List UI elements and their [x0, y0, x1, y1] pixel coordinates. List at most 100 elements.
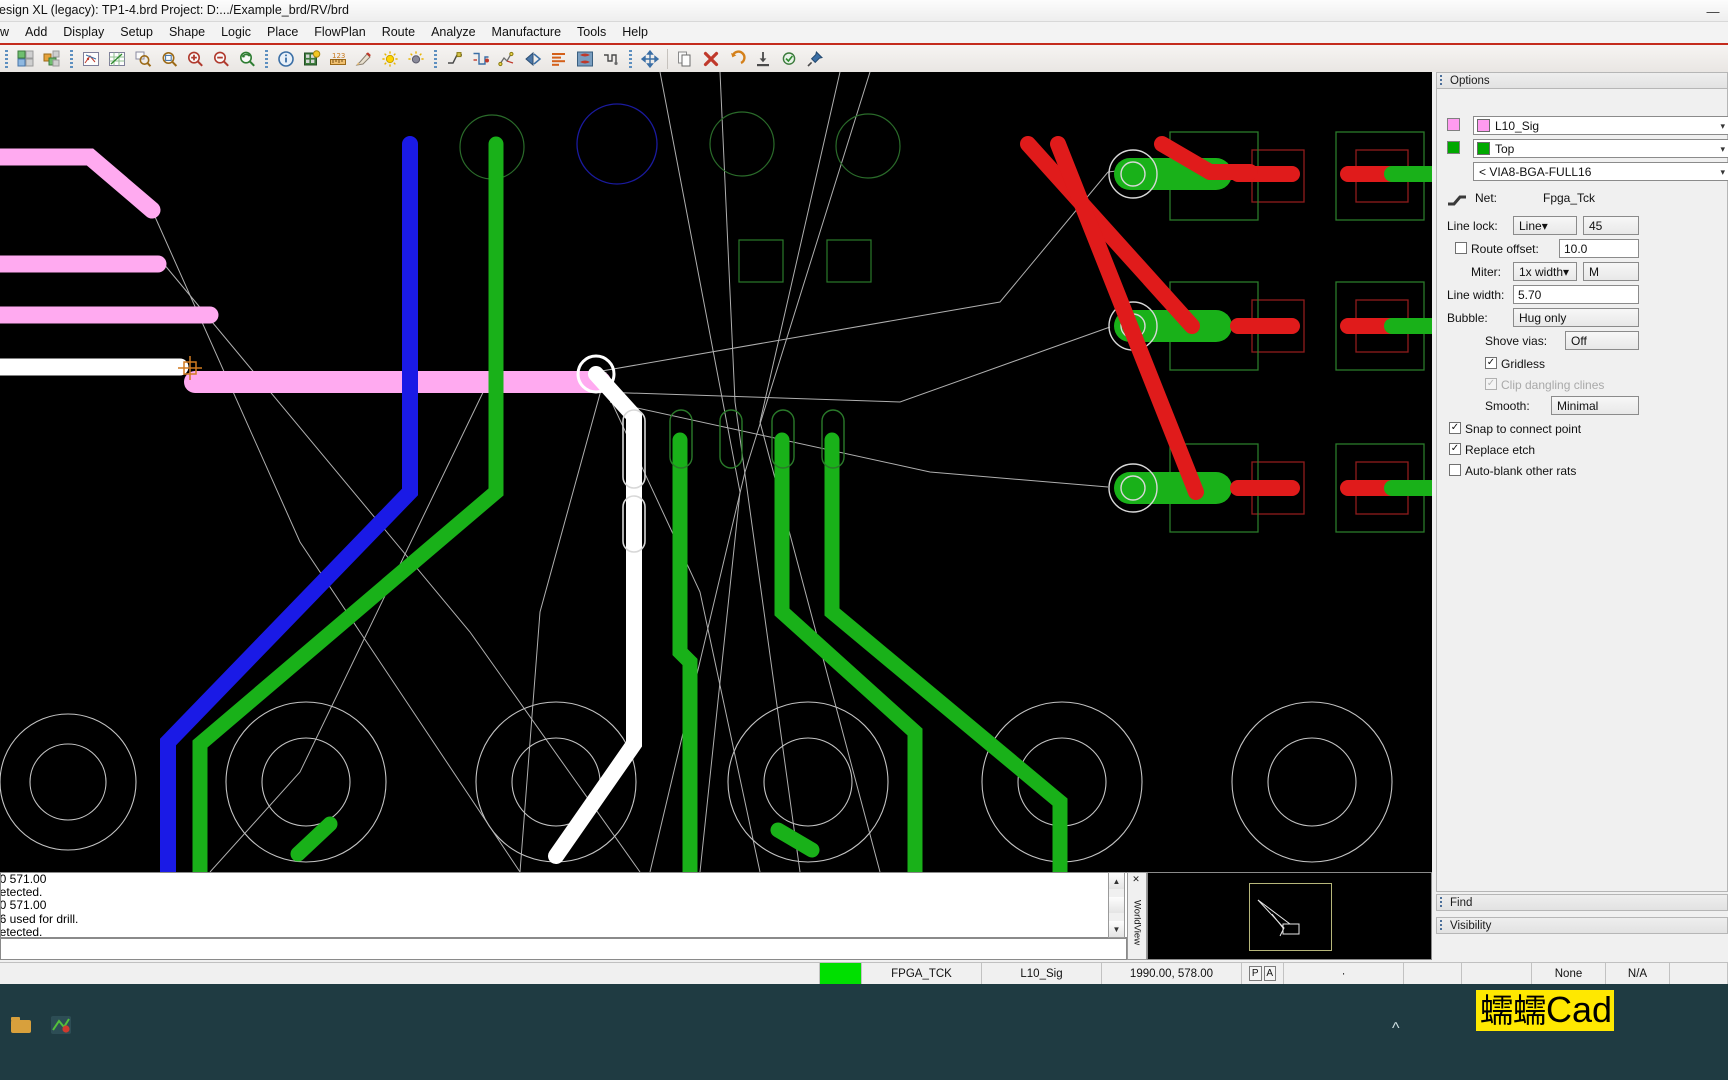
alternate-layer-swatch[interactable]	[1447, 141, 1460, 154]
pcb-canvas[interactable]	[0, 72, 1432, 872]
miter-unit-combo[interactable]: M	[1583, 262, 1639, 281]
grip-dots-icon[interactable]	[1440, 75, 1446, 86]
alternate-layer-combo[interactable]: Top ▾	[1473, 139, 1728, 158]
command-input[interactable]	[0, 938, 1127, 960]
grip-dots-icon[interactable]	[1440, 897, 1446, 908]
save-icon[interactable]	[750, 46, 776, 71]
scroll-thumb[interactable]	[1109, 897, 1124, 913]
close-icon[interactable]: ✕	[1129, 873, 1143, 886]
pin-icon[interactable]	[802, 46, 828, 71]
line-lock-angle-combo[interactable]: 45	[1583, 216, 1639, 235]
menu-item-display[interactable]: Display	[55, 22, 112, 42]
chevron-down-icon[interactable]: ▾	[1720, 144, 1725, 155]
auto-blank-checkbox[interactable]	[1449, 464, 1461, 476]
taskbar-start-icon[interactable]	[8, 1012, 34, 1038]
spread-between-voids-icon[interactable]	[572, 46, 598, 71]
miter-combo[interactable]: 1x width ▾	[1513, 262, 1577, 281]
status-command-none: None	[1532, 963, 1606, 984]
new-file-icon[interactable]	[13, 46, 39, 71]
via-padstack-combo[interactable]: < VIA8-BGA-FULL16 ▾	[1473, 162, 1728, 181]
highlight-icon[interactable]	[377, 46, 403, 71]
menu-item-help[interactable]: Help	[614, 22, 656, 42]
custom-smooth-icon[interactable]	[494, 46, 520, 71]
line-lock-combo[interactable]: Line ▾	[1513, 216, 1577, 235]
menu-item-logic[interactable]: Logic	[213, 22, 259, 42]
measure-icon[interactable]: 123	[325, 46, 351, 71]
active-layer-swatch[interactable]	[1447, 118, 1460, 131]
menu-items: w Add Display Setup Shape Logic Place Fl…	[0, 22, 656, 42]
chevron-down-icon[interactable]: ▾	[1720, 121, 1725, 132]
log-scrollbar[interactable]: ▲ ▼	[1108, 872, 1125, 938]
menu-item-view[interactable]: w	[0, 22, 17, 42]
zoom-selection-icon[interactable]	[156, 46, 182, 71]
shove-vias-combo[interactable]: Off	[1565, 331, 1639, 350]
find-panel-header[interactable]: Find	[1436, 894, 1728, 911]
visibility-panel-header[interactable]: Visibility	[1436, 917, 1728, 934]
toolbar-group-route	[429, 46, 624, 71]
route-offset-input[interactable]: 10.0	[1559, 239, 1639, 258]
phase-tune-icon[interactable]	[546, 46, 572, 71]
smooth-combo[interactable]: Minimal	[1551, 396, 1639, 415]
menu-item-tools[interactable]: Tools	[569, 22, 614, 42]
line-width-input[interactable]: 5.70	[1513, 285, 1639, 304]
delay-tune-icon[interactable]	[520, 46, 546, 71]
menu-item-flowplan[interactable]: FlowPlan	[306, 22, 373, 42]
zoom-out-icon[interactable]	[208, 46, 234, 71]
create-fanout-icon[interactable]	[598, 46, 624, 71]
scroll-up-icon[interactable]: ▲	[1109, 873, 1124, 889]
toolbar-grip[interactable]	[3, 48, 10, 69]
menu-item-setup[interactable]: Setup	[112, 22, 161, 42]
toolbar-grip[interactable]	[432, 48, 439, 69]
active-net-color-swatch[interactable]	[820, 963, 862, 984]
info-icon[interactable]	[273, 46, 299, 71]
active-layer-combo[interactable]: L10_Sig ▾	[1473, 116, 1728, 135]
chevron-up-icon[interactable]: ^	[1392, 1020, 1400, 1038]
options-panel-header[interactable]: Options	[1436, 72, 1728, 89]
worldview-tab[interactable]: WorldView	[1129, 890, 1145, 956]
zoom-window-icon[interactable]	[130, 46, 156, 71]
worldview-thumbnail[interactable]	[1147, 872, 1432, 960]
angle-mode-button[interactable]: A	[1263, 966, 1276, 981]
bubble-combo[interactable]: Hug only	[1513, 308, 1639, 327]
toolbar-grip[interactable]	[68, 48, 75, 69]
scroll-down-icon[interactable]: ▼	[1109, 921, 1124, 937]
snap-to-connect-checkbox[interactable]: ✓	[1449, 422, 1461, 434]
menu-item-place[interactable]: Place	[259, 22, 306, 42]
add-connect-icon[interactable]	[442, 46, 468, 71]
chevron-down-icon[interactable]: ▾	[1720, 167, 1725, 178]
color-icon[interactable]	[351, 46, 377, 71]
menu-item-analyze[interactable]: Analyze	[423, 22, 483, 42]
zoom-fit-icon[interactable]	[78, 46, 104, 71]
command-log[interactable]: 00 571.00 detected. 00 571.00 16 used fo…	[0, 872, 1127, 938]
property-icon[interactable]	[299, 46, 325, 71]
undo-icon[interactable]	[724, 46, 750, 71]
chevron-down-icon[interactable]: ▾	[1542, 219, 1548, 233]
menu-item-manufacture[interactable]: Manufacture	[484, 22, 569, 42]
menu-item-add[interactable]: Add	[17, 22, 55, 42]
taskbar-app-icon[interactable]	[48, 1012, 74, 1038]
options-panel-title: Options	[1450, 74, 1490, 87]
menu-item-route[interactable]: Route	[374, 22, 423, 42]
chevron-down-icon[interactable]: ▾	[1563, 265, 1569, 279]
replace-etch-checkbox[interactable]: ✓	[1449, 443, 1461, 455]
open-file-icon[interactable]	[39, 46, 65, 71]
gridless-checkbox[interactable]: ✓	[1485, 357, 1497, 369]
toolbar-grip[interactable]	[627, 48, 634, 69]
minimize-icon[interactable]: —	[1698, 0, 1728, 22]
slide-icon[interactable]	[468, 46, 494, 71]
zoom-in-icon[interactable]	[182, 46, 208, 71]
zoom-world-icon[interactable]	[104, 46, 130, 71]
dehighlight-icon[interactable]	[403, 46, 429, 71]
report-icon[interactable]	[776, 46, 802, 71]
copy-icon[interactable]	[672, 46, 698, 71]
route-offset-checkbox[interactable]	[1455, 242, 1467, 254]
grip-dots-icon[interactable]	[1440, 920, 1446, 931]
move-icon[interactable]	[637, 46, 663, 71]
worldview-viewport-rect[interactable]	[1249, 883, 1332, 951]
zoom-previous-icon[interactable]	[234, 46, 260, 71]
toolbar-grip[interactable]	[263, 48, 270, 69]
pick-mode-button[interactable]: P	[1249, 966, 1262, 981]
taskbar-icons	[8, 1012, 74, 1038]
menu-item-shape[interactable]: Shape	[161, 22, 213, 42]
delete-icon[interactable]	[698, 46, 724, 71]
